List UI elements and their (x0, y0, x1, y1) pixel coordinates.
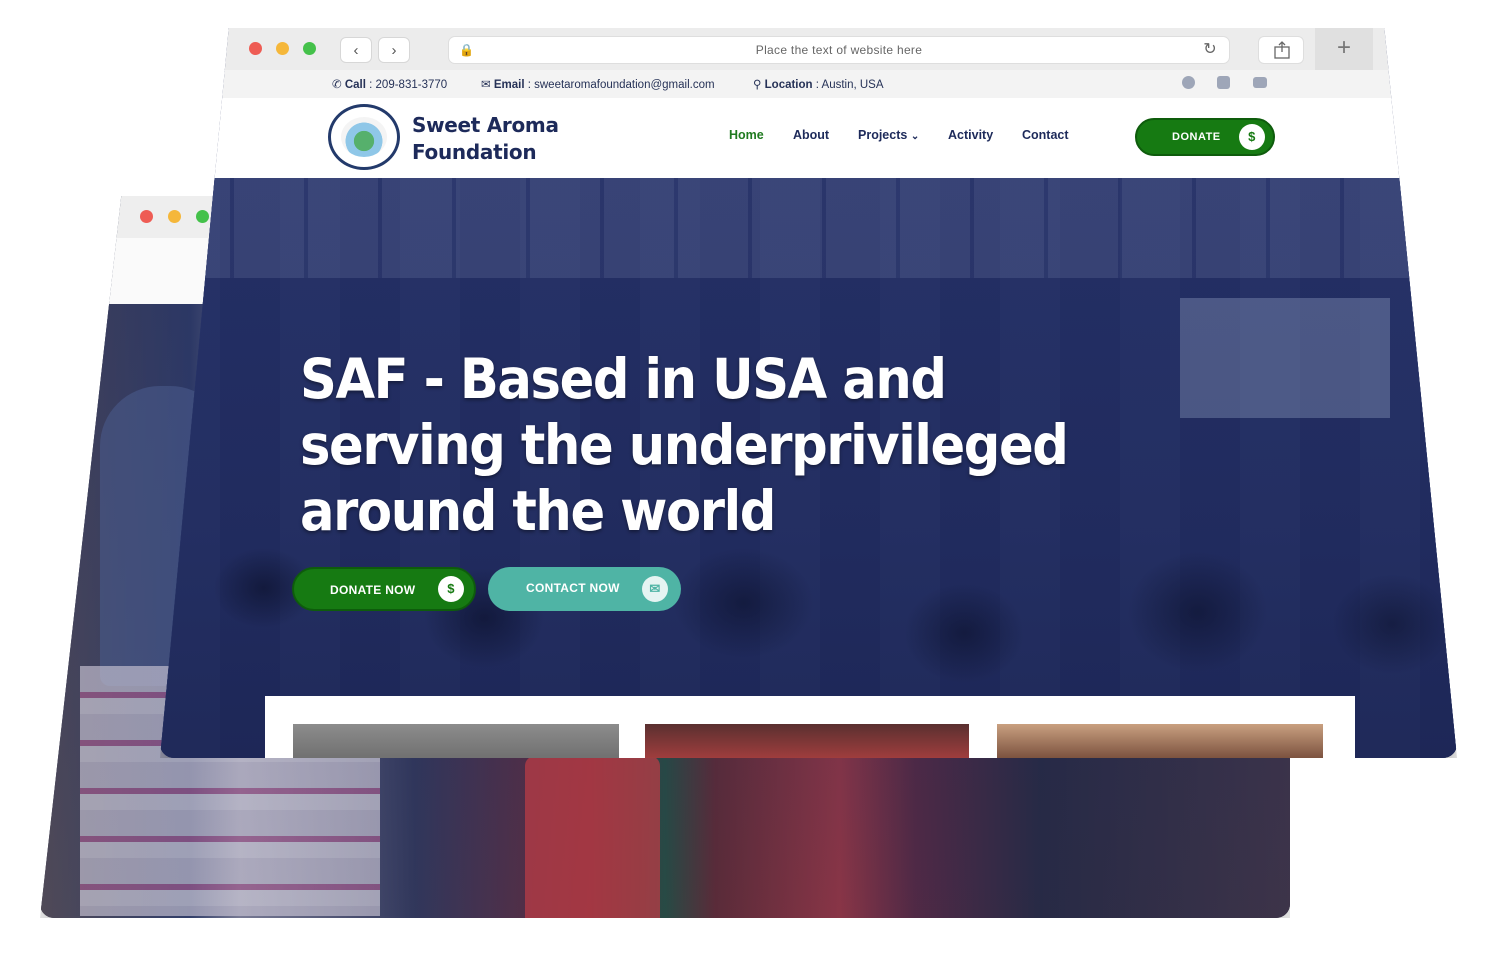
main-browser-window: ‹ › 🔒 Place the text of website here ↻ +… (160, 28, 1457, 758)
logo-line-2: Foundation (412, 140, 537, 164)
contact-now-button[interactable]: CONTACT NOW ✉ (488, 567, 681, 611)
chevron-left-icon: ‹ (353, 41, 359, 59)
project-cards-strip (265, 696, 1355, 758)
nav-projects-label: Projects (858, 128, 908, 142)
phone-icon: ✆ (332, 79, 342, 91)
back-button[interactable]: ‹ (340, 37, 372, 63)
back-window-bucket-image (525, 756, 660, 918)
location-pin-icon: ⚲ (753, 79, 762, 91)
hero-ceiling-photo (160, 178, 1457, 278)
nav-about[interactable]: About (793, 128, 829, 142)
share-button[interactable] (1258, 36, 1304, 64)
hero-title: SAF - Based in USA and serving the under… (300, 347, 1069, 543)
donate-now-button[interactable]: DONATE NOW $ (292, 567, 476, 611)
contact-now-label: CONTACT NOW (526, 581, 620, 595)
minimize-dot (168, 210, 181, 223)
envelope-icon: ✉ (481, 79, 491, 91)
minimize-window-button[interactable] (276, 42, 289, 55)
logo-emblem[interactable] (328, 104, 400, 170)
share-icon (1274, 41, 1290, 59)
location-value: : Austin, USA (815, 79, 884, 91)
site-header: Sweet Aroma Foundation Home About Projec… (160, 98, 1457, 179)
project-card-image-1[interactable] (293, 724, 619, 758)
nav-activity[interactable]: Activity (948, 128, 993, 142)
header-donate-button[interactable]: DONATE $ (1135, 118, 1275, 156)
email-label: Email (493, 79, 525, 91)
facebook-icon[interactable] (1182, 76, 1195, 89)
location-label: Location (764, 79, 813, 91)
browser-titlebar: ‹ › 🔒 Place the text of website here ↻ + (160, 28, 1457, 71)
nav-home[interactable]: Home (729, 128, 764, 142)
hero-section: SAF - Based in USA and serving the under… (160, 178, 1457, 758)
logo-wordmark[interactable]: Sweet Aroma Foundation (412, 112, 559, 166)
mail-icon: ✉ (642, 576, 668, 602)
call-info[interactable]: ✆ Call : 209-831-3770 (332, 77, 447, 91)
close-dot (140, 210, 153, 223)
forward-button[interactable]: › (378, 37, 410, 63)
email-value: : sweetaromafoundation@gmail.com (527, 79, 715, 91)
reload-icon[interactable]: ↻ (1203, 37, 1217, 63)
donation-icon: $ (438, 576, 464, 602)
logo-line-1: Sweet Aroma (412, 113, 559, 137)
nav-contact[interactable]: Contact (1022, 128, 1069, 142)
chevron-down-icon: ⌄ (910, 131, 920, 142)
call-value: : 209-831-3770 (369, 79, 448, 91)
hero-stage-banner (1180, 298, 1390, 418)
project-card-image-2[interactable] (645, 724, 969, 758)
maximize-dot (196, 210, 209, 223)
project-card-image-3[interactable] (997, 724, 1323, 758)
maximize-window-button[interactable] (303, 42, 316, 55)
contact-info-bar: ✆ Call : 209-831-3770 ✉ Email : sweetaro… (160, 70, 1457, 98)
new-tab-button[interactable]: + (1315, 28, 1373, 70)
address-bar[interactable]: 🔒 Place the text of website here ↻ (448, 36, 1230, 64)
logo-globe-icon (341, 117, 387, 157)
donate-now-label: DONATE NOW (330, 583, 416, 597)
close-window-button[interactable] (249, 42, 262, 55)
lock-icon: 🔒 (459, 43, 475, 57)
call-label: Call (344, 79, 366, 91)
email-info[interactable]: ✉ Email : sweetaromafoundation@gmail.com (481, 77, 715, 91)
chevron-right-icon: › (391, 41, 397, 59)
donation-icon: $ (1239, 124, 1265, 150)
address-placeholder: Place the text of website here (755, 43, 923, 57)
youtube-icon[interactable] (1253, 77, 1267, 88)
twitter-icon[interactable] (1217, 76, 1230, 89)
donate-label: DONATE (1172, 131, 1221, 143)
location-info: ⚲ Location : Austin, USA (753, 77, 884, 91)
nav-projects[interactable]: Projects ⌄ (858, 128, 919, 142)
plus-icon: + (1336, 34, 1351, 61)
